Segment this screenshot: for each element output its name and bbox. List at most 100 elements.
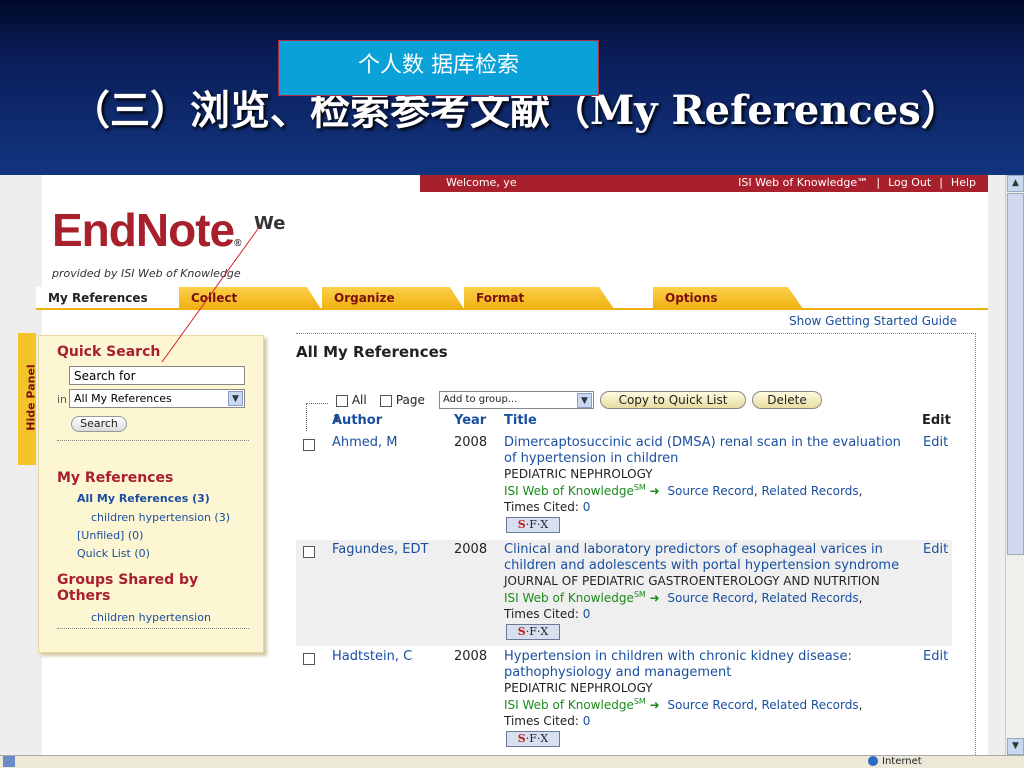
logo-main-text: EndNote bbox=[52, 204, 235, 256]
journal: PEDIATRIC NEPHROLOGY bbox=[504, 467, 653, 481]
select-all[interactable]: All bbox=[336, 393, 367, 407]
select-all-label: All bbox=[351, 393, 367, 407]
delete-button[interactable]: Delete bbox=[752, 391, 822, 409]
welcome-text: Welcome, ye bbox=[446, 176, 517, 189]
add-to-group-select[interactable]: Add to group... ▼ bbox=[439, 391, 594, 409]
tab-my-references[interactable]: My References bbox=[36, 287, 178, 309]
times-cited-count[interactable]: 0 bbox=[583, 607, 591, 621]
hide-panel-toggle[interactable]: Hide Panel bbox=[18, 333, 38, 465]
times-cited-count[interactable]: 0 bbox=[583, 714, 591, 728]
arrow-right-icon: ➜ bbox=[649, 698, 660, 712]
scope-select-value: All My References bbox=[74, 392, 172, 405]
select-page-checkbox[interactable] bbox=[380, 394, 392, 407]
logout-link[interactable]: Log Out bbox=[888, 176, 931, 189]
table-row: Hadtstein, C 2008 Hypertension in childr… bbox=[296, 647, 952, 753]
page: Welcome, ye ISI Web of Knowledge℠ | Log Ou… bbox=[0, 175, 1005, 755]
sidebar-item-unfiled[interactable]: [Unfiled] (0) bbox=[77, 529, 143, 542]
title-link[interactable]: Clinical and laboratory predictors of es… bbox=[504, 542, 914, 574]
browser-status-bar: Internet bbox=[0, 755, 1024, 768]
page-status-icon bbox=[3, 756, 15, 767]
row-checkbox[interactable] bbox=[303, 439, 315, 451]
select-page[interactable]: Page bbox=[380, 393, 425, 407]
my-references-heading: My References bbox=[57, 470, 174, 486]
shared-groups-heading: Groups Shared by Others bbox=[57, 572, 198, 604]
vertical-scrollbar[interactable]: ▲ ▼ bbox=[1005, 175, 1024, 755]
sidebar-item-shared-group[interactable]: children hypertension bbox=[91, 611, 211, 624]
select-page-label: Page bbox=[395, 393, 425, 407]
title-link[interactable]: Hypertension in children with chronic ki… bbox=[504, 649, 914, 681]
sidebar-item-all-references[interactable]: All My References (3) bbox=[77, 492, 210, 505]
arrow-right-icon: ➜ bbox=[649, 484, 660, 498]
tab-organize[interactable]: Organize bbox=[322, 287, 464, 309]
author-link[interactable]: Ahmed, M bbox=[332, 435, 398, 450]
column-edit: Edit bbox=[922, 413, 951, 428]
related-records-link[interactable]: Related Records bbox=[762, 698, 859, 712]
table-header: ⬆ Author Year Title Edit bbox=[296, 413, 952, 431]
tab-collect[interactable]: Collect bbox=[179, 287, 321, 309]
sfx-button[interactable]: S·F·X bbox=[506, 517, 560, 533]
shared-heading-line2: Others bbox=[57, 588, 111, 604]
scroll-thumb[interactable] bbox=[1007, 193, 1024, 555]
search-button[interactable]: Search bbox=[71, 416, 127, 432]
sfx-button[interactable]: S·F·X bbox=[506, 731, 560, 747]
quick-search-heading: Quick Search bbox=[57, 344, 161, 360]
main-tabs: My References Collect Organize Format Op… bbox=[36, 287, 988, 309]
getting-started-link[interactable]: Show Getting Started Guide bbox=[789, 314, 957, 328]
tab-format[interactable]: Format bbox=[464, 287, 614, 309]
related-records-link[interactable]: Related Records bbox=[762, 591, 859, 605]
logo-reg: ® bbox=[234, 238, 241, 249]
scroll-down-icon[interactable]: ▼ bbox=[1007, 738, 1024, 755]
row-checkbox[interactable] bbox=[303, 653, 315, 665]
edit-link[interactable]: Edit bbox=[923, 542, 948, 557]
quick-search-input[interactable] bbox=[69, 366, 245, 385]
scroll-up-icon[interactable]: ▲ bbox=[1007, 175, 1024, 192]
divider bbox=[57, 628, 249, 629]
help-link[interactable]: Help bbox=[951, 176, 976, 189]
group-select-value: Add to group... bbox=[443, 394, 518, 405]
separator: | bbox=[876, 176, 881, 189]
arrow-right-icon: ➜ bbox=[649, 591, 660, 605]
column-title[interactable]: Title bbox=[504, 413, 537, 428]
top-links: ISI Web of Knowledge℠ | Log Out | Help bbox=[734, 176, 980, 189]
times-cited: Times Cited: 0 bbox=[504, 607, 591, 621]
times-cited-count[interactable]: 0 bbox=[583, 500, 591, 514]
column-year[interactable]: Year bbox=[454, 413, 486, 428]
tab-options[interactable]: Options bbox=[653, 287, 803, 309]
row-checkbox[interactable] bbox=[303, 546, 315, 558]
source-record-link[interactable]: Source Record bbox=[667, 698, 754, 712]
journal: PEDIATRIC NEPHROLOGY bbox=[504, 681, 653, 695]
security-zone: Internet bbox=[868, 756, 922, 767]
sidebar-item-quick-list[interactable]: Quick List (0) bbox=[77, 547, 150, 560]
year: 2008 bbox=[454, 435, 488, 450]
browser-window: Welcome, ye ISI Web of Knowledge℠ | Log Ou… bbox=[0, 175, 1024, 755]
search-scope-select[interactable]: All My References ▼ bbox=[69, 389, 245, 408]
source-record-link[interactable]: Source Record bbox=[667, 484, 754, 498]
in-label: in bbox=[57, 393, 68, 406]
divider bbox=[57, 440, 249, 441]
logo-subtitle: provided by ISI Web of Knowledge bbox=[52, 267, 241, 280]
source-record-link[interactable]: Source Record bbox=[667, 591, 754, 605]
isi-line: ISI Web of KnowledgeSM ➜ Source Record, … bbox=[504, 483, 863, 498]
isi-web-link[interactable]: ISI Web of Knowledge℠ bbox=[738, 176, 868, 189]
select-all-checkbox[interactable] bbox=[336, 394, 348, 407]
edit-link[interactable]: Edit bbox=[923, 649, 948, 664]
isi-line: ISI Web of KnowledgeSM ➜ Source Record, … bbox=[504, 590, 863, 605]
author-link[interactable]: Hadtstein, C bbox=[332, 649, 412, 664]
shared-heading-line1: Groups Shared by bbox=[57, 572, 199, 588]
copy-to-quick-list-button[interactable]: Copy to Quick List bbox=[600, 391, 746, 409]
isi-line: ISI Web of KnowledgeSM ➜ Source Record, … bbox=[504, 697, 863, 712]
page-title: All My References bbox=[296, 343, 448, 361]
table-row: Fagundes, EDT 2008 Clinical and laborato… bbox=[296, 540, 952, 646]
hide-panel-label: Hide Panel bbox=[24, 364, 38, 431]
isi-web-of-knowledge-label: ISI Web of KnowledgeSM ➜ bbox=[504, 590, 660, 605]
author-link[interactable]: Fagundes, EDT bbox=[332, 542, 428, 557]
quick-search-panel: Quick Search in All My References ▼ Searc… bbox=[38, 335, 264, 653]
related-records-link[interactable]: Related Records bbox=[762, 484, 859, 498]
globe-icon bbox=[868, 756, 878, 766]
sfx-button[interactable]: S·F·X bbox=[506, 624, 560, 640]
top-bar: Welcome, ye ISI Web of Knowledge℠ | Log Ou… bbox=[420, 175, 988, 192]
sidebar-item-group[interactable]: children hypertension (3) bbox=[91, 511, 230, 524]
edit-link[interactable]: Edit bbox=[923, 435, 948, 450]
title-link[interactable]: Dimercaptosuccinic acid (DMSA) renal sca… bbox=[504, 435, 914, 467]
zone-label: Internet bbox=[882, 756, 922, 767]
